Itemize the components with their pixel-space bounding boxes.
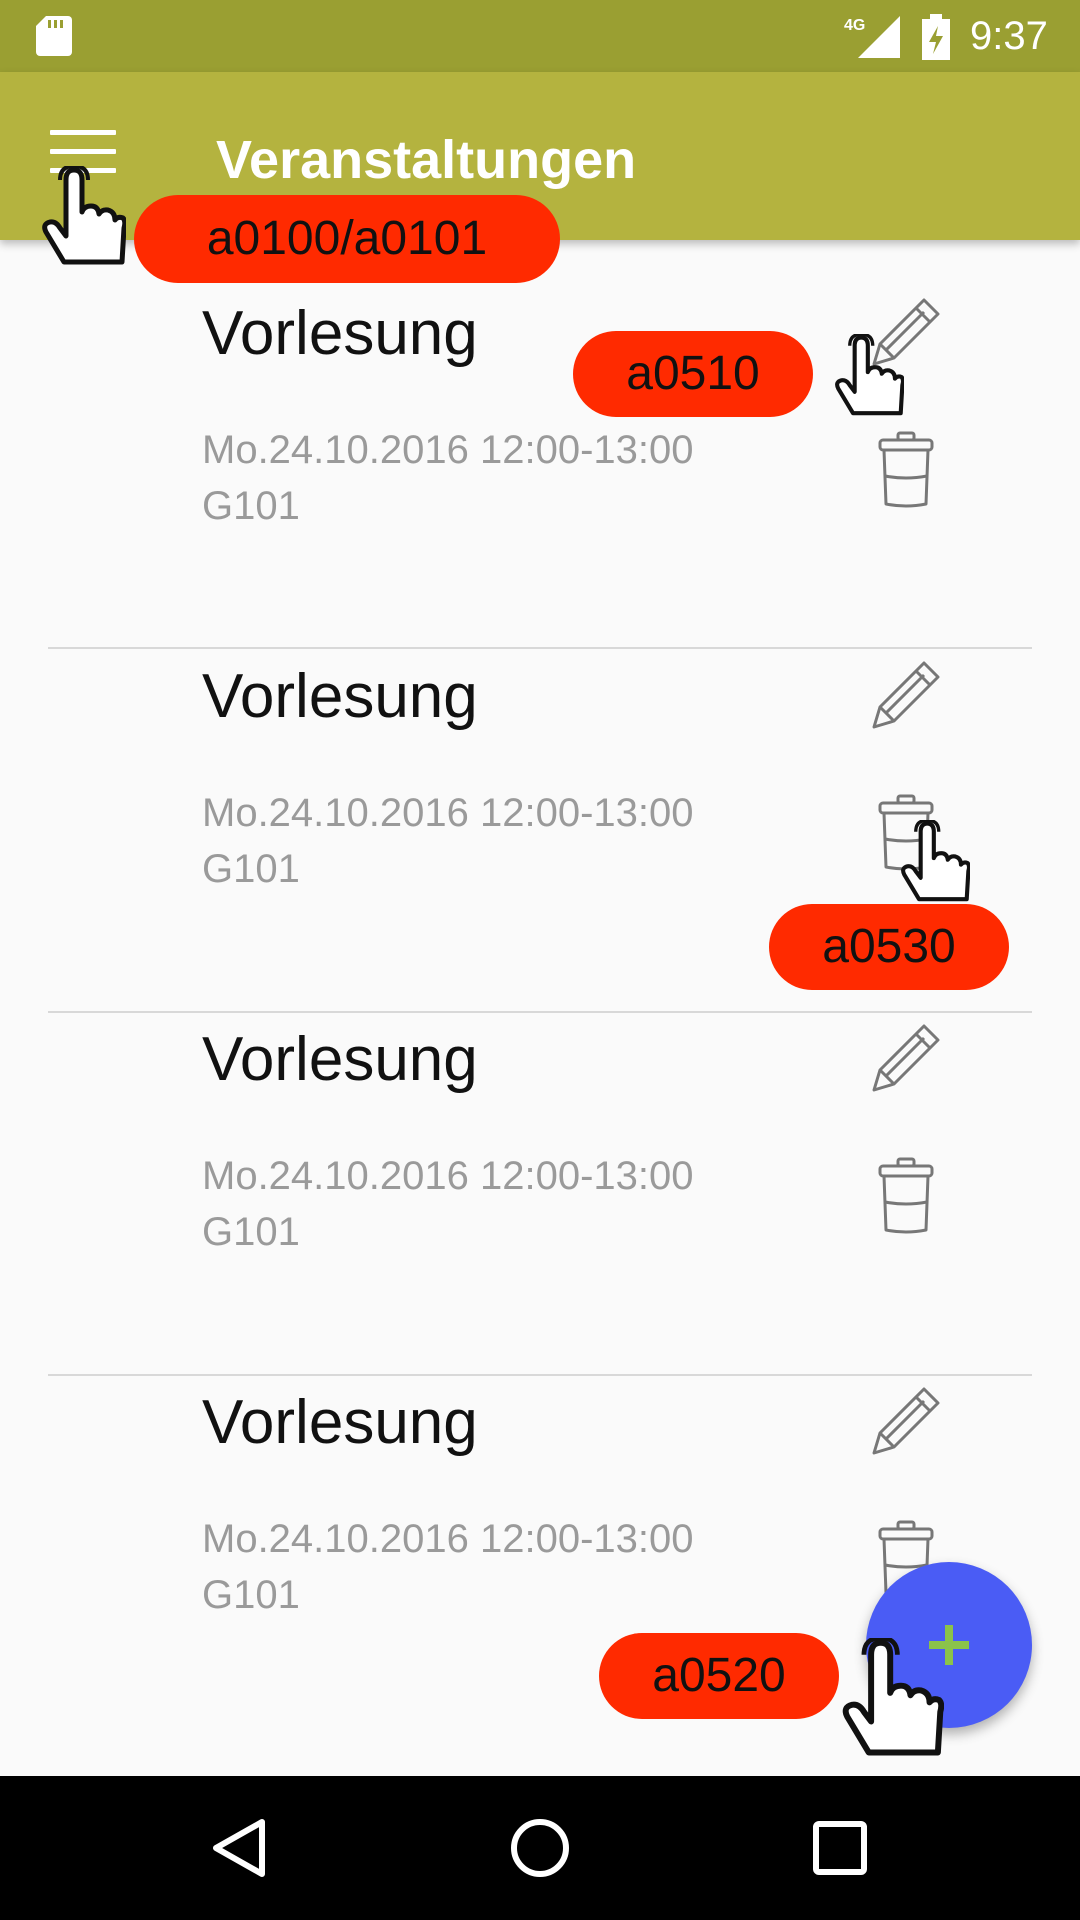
recents-icon[interactable] <box>808 1816 872 1880</box>
event-room: G101 <box>202 847 300 891</box>
trash-icon[interactable] <box>876 1156 936 1234</box>
event-date: Mo.24.10.2016 12:00-13:00 <box>202 791 694 835</box>
status-bar: 4G 9:37 <box>0 0 1080 72</box>
pencil-icon[interactable] <box>866 1018 946 1098</box>
annotation-label-menu: a0100/a0101 <box>134 195 560 283</box>
event-title: Vorlesung <box>202 299 478 368</box>
page-title: Veranstaltungen <box>216 130 637 190</box>
event-title: Vorlesung <box>202 662 478 731</box>
annotation-label-delete: a0530 <box>769 904 1009 990</box>
pencil-icon[interactable] <box>866 655 946 735</box>
sd-card-icon <box>36 16 72 56</box>
home-icon[interactable] <box>508 1816 572 1880</box>
tap-hand-icon <box>901 820 970 902</box>
clock: 9:37 <box>970 14 1048 58</box>
back-icon[interactable] <box>208 1816 272 1880</box>
event-title: Vorlesung <box>202 1388 478 1457</box>
battery-charging-icon <box>922 14 950 60</box>
signal-icon: 4G <box>844 16 900 58</box>
annotation-label-add: a0520 <box>599 1633 839 1719</box>
trash-icon[interactable] <box>876 430 936 508</box>
event-date: Mo.24.10.2016 12:00-13:00 <box>202 1154 694 1198</box>
event-item[interactable]: Vorlesung Mo.24.10.2016 12:00-13:00 G101 <box>0 966 1080 1329</box>
event-item[interactable]: Vorlesung Mo.24.10.2016 12:00-13:00 G101 <box>0 240 1080 603</box>
network-type-label: 4G <box>844 17 865 34</box>
event-date: Mo.24.10.2016 12:00-13:00 <box>202 428 694 472</box>
tap-hand-icon <box>42 166 126 265</box>
navigation-bar <box>0 1776 1080 1920</box>
event-room: G101 <box>202 1210 300 1254</box>
tap-hand-icon <box>842 1638 944 1756</box>
tap-hand-icon <box>835 334 904 416</box>
event-title: Vorlesung <box>202 1025 478 1094</box>
event-date: Mo.24.10.2016 12:00-13:00 <box>202 1517 694 1561</box>
event-room: G101 <box>202 484 300 528</box>
annotation-label-edit: a0510 <box>573 331 813 417</box>
event-room: G101 <box>202 1573 300 1617</box>
pencil-icon[interactable] <box>866 1381 946 1461</box>
